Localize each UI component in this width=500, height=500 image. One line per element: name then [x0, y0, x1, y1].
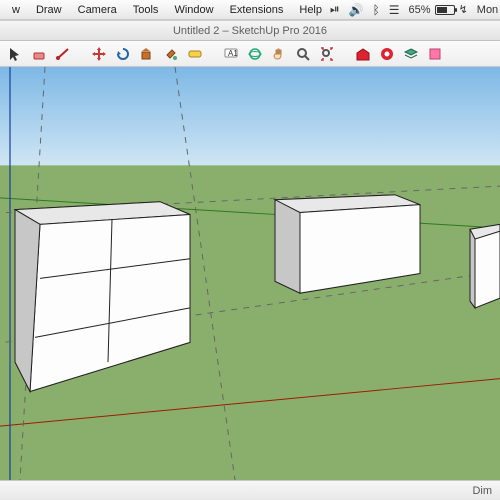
bluetooth-icon[interactable]: ᛒ	[373, 3, 380, 17]
app-menu-draw[interactable]: Draw	[28, 0, 70, 20]
paint-tool[interactable]	[160, 43, 182, 65]
macos-menubar: w Draw Camera Tools Window Extensions He…	[0, 0, 500, 20]
sky	[0, 67, 500, 175]
scene-canvas[interactable]	[0, 67, 500, 480]
window-titlebar: Untitled 2 – SketchUp Pro 2016	[0, 21, 500, 41]
dimensions-label: Dim	[472, 485, 492, 497]
app-window: Untitled 2 – SketchUp Pro 2016 A1	[0, 20, 500, 500]
window-title: Untitled 2 – SketchUp Pro 2016	[173, 25, 327, 37]
pan-tool[interactable]	[268, 43, 290, 65]
media-icon[interactable]: ⏯	[330, 2, 340, 17]
battery-icon	[435, 5, 455, 15]
tape-tool[interactable]	[184, 43, 206, 65]
outliner-tool[interactable]	[424, 43, 446, 65]
model-viewport[interactable]	[0, 67, 500, 480]
text-tool[interactable]: A1	[220, 43, 242, 65]
select-tool[interactable]	[4, 43, 26, 65]
pushpull-tool[interactable]	[136, 43, 158, 65]
wifi-icon[interactable]: ☰	[389, 3, 400, 17]
app-menu-extensions[interactable]: Extensions	[222, 0, 292, 20]
move-tool[interactable]	[88, 43, 110, 65]
orbit-tool[interactable]	[244, 43, 266, 65]
clock-day[interactable]: Mon	[477, 4, 498, 16]
status-bar: Dim	[0, 480, 500, 500]
app-menu-tools[interactable]: Tools	[125, 0, 167, 20]
app-menu-help[interactable]: Help	[291, 0, 330, 20]
rotate-tool[interactable]	[112, 43, 134, 65]
line-tool[interactable]	[52, 43, 74, 65]
warehouse-tool[interactable]	[352, 43, 374, 65]
eraser-tool[interactable]	[28, 43, 50, 65]
model-box-right[interactable]	[470, 224, 500, 308]
app-menu-camera[interactable]: Camera	[70, 0, 125, 20]
main-toolbar: A1	[0, 41, 500, 67]
app-menu-w[interactable]: w	[4, 0, 28, 20]
app-menu-window[interactable]: Window	[166, 0, 221, 20]
battery-indicator[interactable]: 65% ↯	[409, 3, 468, 16]
extension-tool[interactable]	[376, 43, 398, 65]
volume-icon[interactable]: 🔊	[349, 3, 364, 17]
charging-icon: ↯	[459, 3, 468, 16]
zoom-tool[interactable]	[292, 43, 314, 65]
layers-tool[interactable]	[400, 43, 422, 65]
battery-percent: 65%	[409, 4, 431, 16]
zoom-extents-tool[interactable]	[316, 43, 338, 65]
svg-text:A1: A1	[228, 49, 238, 58]
